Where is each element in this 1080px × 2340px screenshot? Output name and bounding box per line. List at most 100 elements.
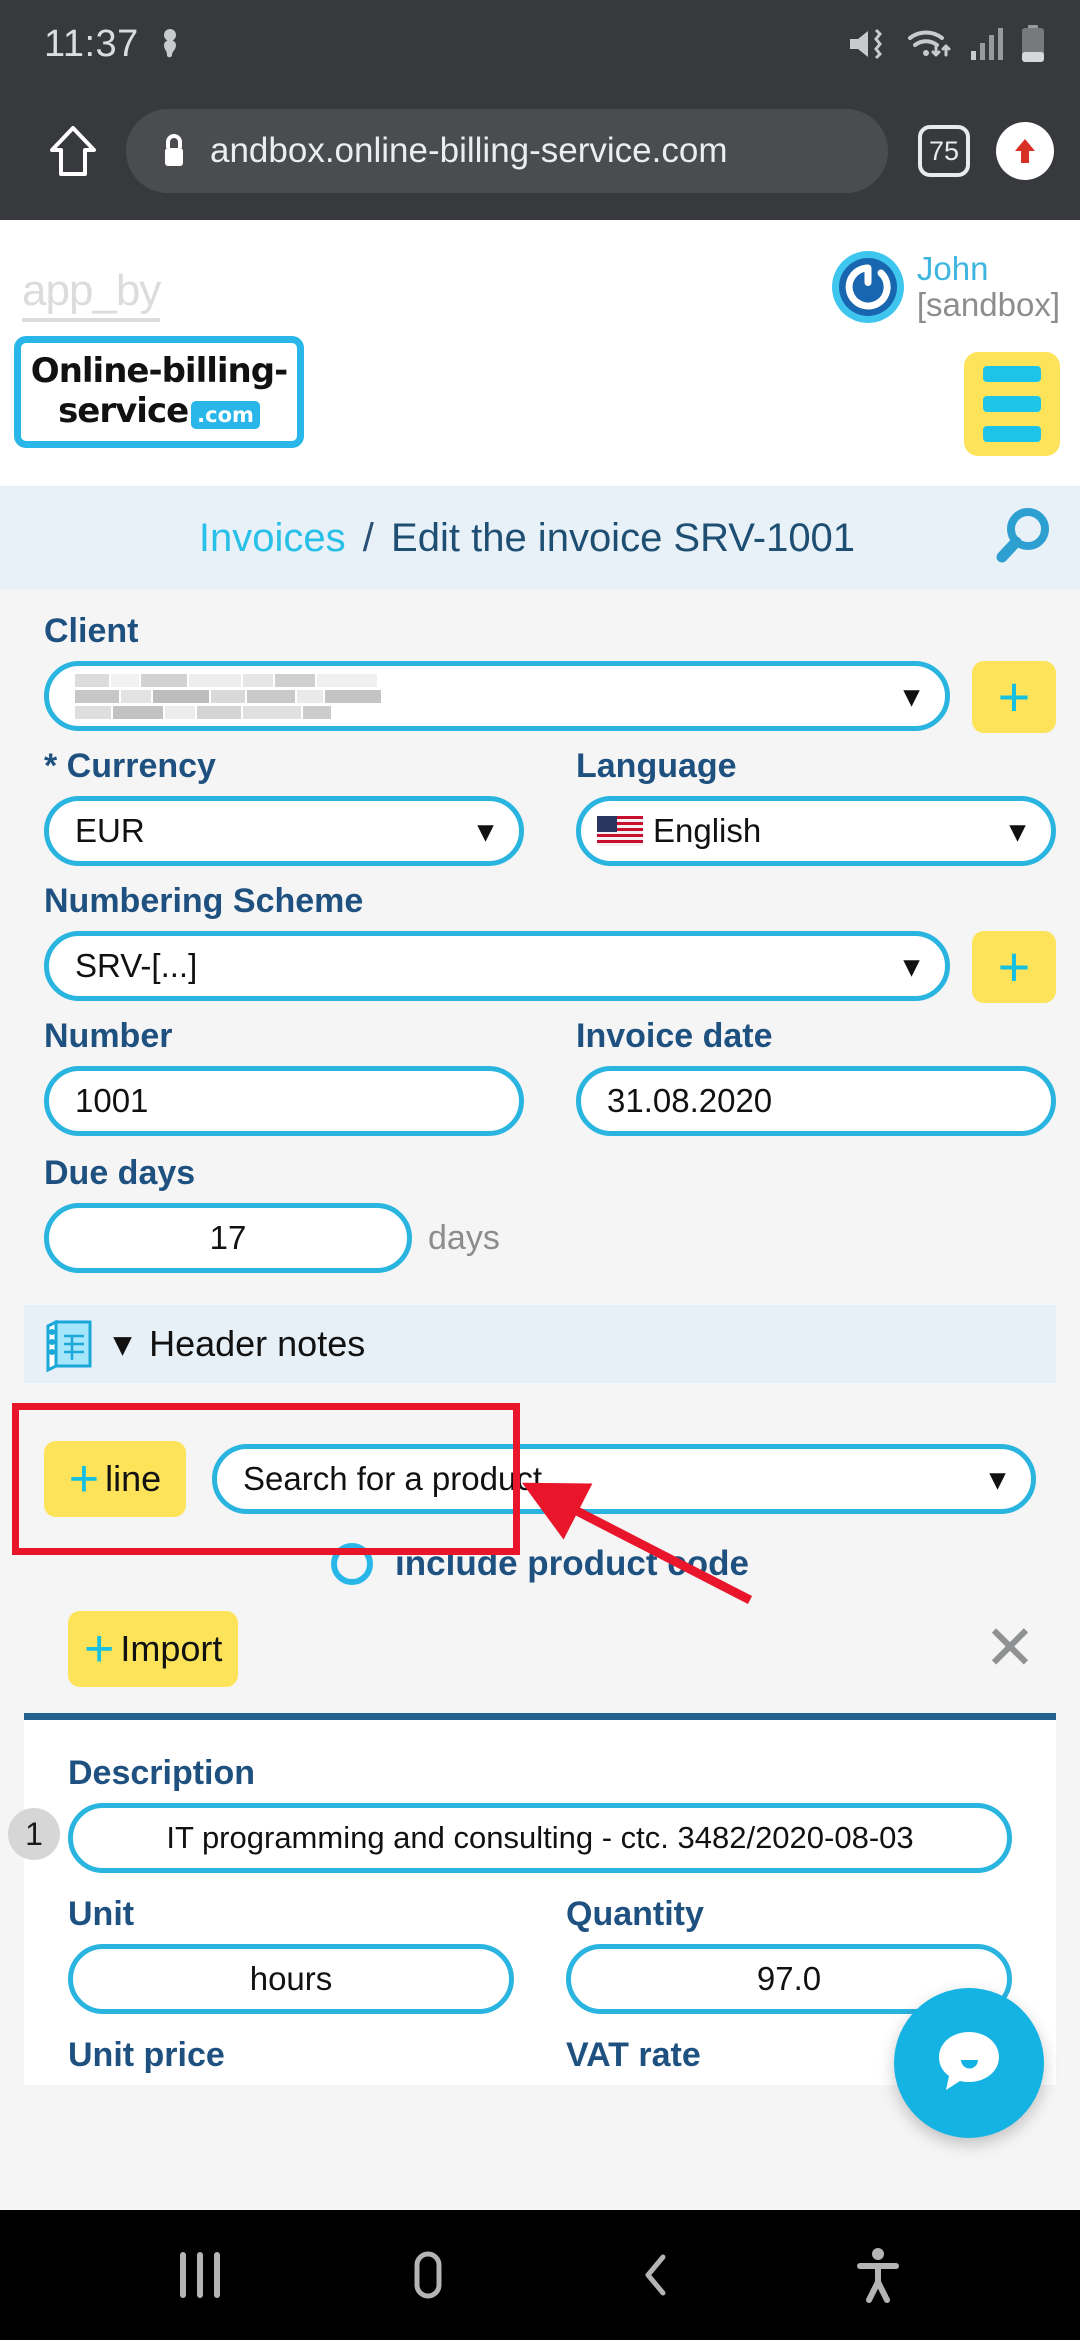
invoice-date-input[interactable]: 31.08.2020: [576, 1066, 1056, 1136]
home-icon: [50, 126, 96, 176]
chevron-down-icon[interactable]: ▾: [114, 1324, 131, 1364]
header-notes-label: Header notes: [149, 1323, 366, 1364]
due-days-suffix: days: [428, 1218, 500, 1257]
user-name: John: [916, 250, 989, 288]
currency-label: * Currency: [44, 747, 216, 785]
home-icon[interactable]: [400, 2247, 456, 2303]
chat-bubble-icon: [939, 2032, 999, 2090]
language-value: English: [653, 812, 762, 849]
url-bar[interactable]: andbox.online-billing-service.com: [126, 109, 888, 193]
battery-icon: [1022, 25, 1044, 62]
import-button[interactable]: + Import: [68, 1611, 239, 1687]
due-days-group: Due days 17 days: [0, 1136, 1080, 1273]
currency-field-group: * Currency EUR ▾: [44, 747, 524, 866]
signal-icon: [971, 28, 1003, 60]
quantity-value: 97.0: [756, 1960, 822, 1997]
currency-value: EUR: [75, 812, 145, 849]
search-button[interactable]: [986, 502, 1056, 577]
add-client-button[interactable]: +: [972, 661, 1056, 733]
plus-icon: +: [68, 1449, 100, 1508]
annotation-arrow: [521, 1482, 753, 1605]
page-title: Edit the invoice SRV-1001: [391, 515, 856, 560]
power-icon: [831, 251, 904, 323]
quantity-label: Quantity: [566, 1895, 704, 1933]
number-label: Number: [44, 1017, 173, 1055]
logo-tld: .com: [191, 400, 260, 429]
close-icon[interactable]: ✕: [984, 1618, 1036, 1681]
android-nav-bar: [0, 2210, 1080, 2340]
breadcrumb-parent-link[interactable]: Invoices: [199, 516, 346, 560]
tab-count-button[interactable]: 75: [918, 125, 970, 177]
chevron-down-icon: ▾: [477, 814, 493, 848]
description-label: Description: [68, 1754, 256, 1792]
vibrate-muted-icon: [850, 28, 883, 60]
due-days-input[interactable]: 17: [44, 1203, 412, 1273]
header-notes-section[interactable]: ▾ Header notes: [0, 1305, 1080, 1383]
back-icon[interactable]: [636, 2247, 676, 2303]
app-header: app_by Online-billing- service .com John: [0, 220, 1080, 486]
add-line-label: line: [105, 1458, 162, 1499]
person-icon: [163, 29, 176, 58]
numbering-scheme-group: Numbering Scheme SRV-[...] ▾ +: [0, 866, 1080, 1003]
import-label: Import: [120, 1628, 223, 1669]
number-value: 1001: [75, 1082, 149, 1119]
chevron-down-icon: ▾: [903, 679, 919, 713]
web-page: app_by Online-billing- service .com John: [0, 220, 1080, 2210]
site-logo[interactable]: Online-billing- service .com: [14, 336, 304, 448]
invoice-date-label: Invoice date: [576, 1017, 773, 1055]
recents-icon[interactable]: [180, 2252, 220, 2298]
language-select[interactable]: English ▾: [576, 796, 1056, 866]
number-field-group: Number 1001: [44, 1017, 524, 1136]
browser-home-button[interactable]: [34, 125, 112, 177]
unit-price-label: Unit price: [68, 2036, 225, 2074]
unit-value: hours: [249, 1960, 333, 1997]
client-select[interactable]: ▾: [44, 661, 950, 731]
browser-update-button[interactable]: [996, 122, 1054, 180]
due-days-label: Due days: [44, 1154, 196, 1192]
hamburger-line: [983, 396, 1041, 412]
url-text: andbox.online-billing-service.com: [210, 131, 728, 170]
chat-button[interactable]: [894, 1988, 1044, 2138]
phone-screen: 11:37 andbox.online-billing-service.com …: [0, 0, 1080, 2340]
clock: 11:37: [44, 22, 139, 65]
currency-select[interactable]: EUR ▾: [44, 796, 524, 866]
invoice-form: Client ▾ + * Currency EUR ▾ Language Eng…: [0, 590, 1080, 2085]
invoice-date-value: 31.08.2020: [607, 1082, 773, 1119]
add-line-button[interactable]: + line: [44, 1441, 186, 1517]
product-search-placeholder: Search for a product: [243, 1460, 542, 1497]
unit-quantity-row: Unit hours Quantity 97.0: [68, 1895, 1012, 2014]
hamburger-line: [983, 426, 1041, 442]
search-icon: [996, 508, 1049, 563]
unit-field-group: Unit hours: [68, 1895, 514, 2014]
plus-icon: +: [84, 1619, 115, 1678]
number-input[interactable]: 1001: [44, 1066, 524, 1136]
user-environment: [sandbox]: [916, 286, 1060, 323]
client-redacted-value: [75, 673, 904, 719]
wifi-icon: [908, 30, 951, 57]
language-field-group: Language English ▾: [576, 747, 1056, 866]
line-item-number-badge: 1: [8, 1808, 60, 1860]
description-value: IT programming and consulting - ctc. 348…: [166, 1820, 914, 1855]
hamburger-line: [983, 366, 1041, 382]
hamburger-menu-button[interactable]: [964, 352, 1060, 456]
logo-line-1: Online-billing-: [30, 350, 288, 391]
numbering-scheme-value: SRV-[...]: [75, 947, 198, 984]
add-numbering-scheme-button[interactable]: +: [972, 931, 1056, 1003]
lock-icon: [165, 134, 183, 166]
browser-toolbar: andbox.online-billing-service.com 75: [0, 88, 1080, 220]
status-bar-right: [846, 25, 1046, 63]
include-product-code-radio[interactable]: [331, 1543, 374, 1585]
accessibility-icon[interactable]: [856, 2246, 900, 2304]
user-account-chip[interactable]: John [sandbox]: [831, 250, 1060, 324]
chevron-down-icon: ▾: [903, 949, 919, 983]
number-date-row: Number 1001 Invoice date 31.08.2020: [0, 1003, 1080, 1136]
notepad-icon: [46, 1319, 92, 1372]
unit-input[interactable]: hours: [68, 1944, 514, 2014]
numbering-scheme-select[interactable]: SRV-[...] ▾: [44, 931, 950, 1001]
client-label: Client: [44, 612, 139, 650]
description-input[interactable]: IT programming and consulting - ctc. 348…: [68, 1803, 1012, 1873]
logo-line-2: service: [58, 390, 189, 431]
status-bar: 11:37: [0, 0, 1080, 88]
numbering-scheme-label: Numbering Scheme: [44, 882, 364, 920]
currency-language-row: * Currency EUR ▾ Language English ▾: [0, 733, 1080, 866]
